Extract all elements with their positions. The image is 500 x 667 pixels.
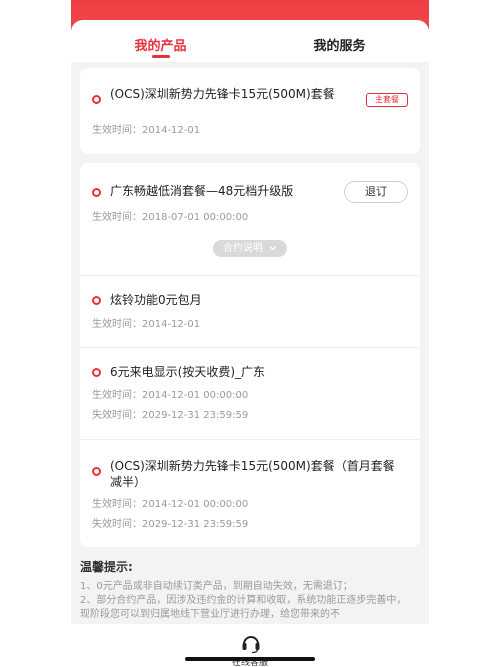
bullet-ring-icon <box>92 467 101 476</box>
contract-info-label: 合约说明 <box>222 243 263 254</box>
main-product-effective-time: 生效时间：2014-12-01 <box>92 125 201 136</box>
tips-line: 1、0元产品或非自动续订类产品，到期自动失效，无需退订； <box>80 581 353 592</box>
product-effective-time: 生效时间：2018-07-01 00:00:00 <box>92 212 249 223</box>
product-effective-time: 生效时间：2014-12-01 <box>92 319 201 330</box>
product-title: 6元来电显示(按天收费)_广东 <box>110 365 265 379</box>
bullet-ring-icon <box>92 296 101 305</box>
bottom-bar: 在线客服 <box>71 624 429 667</box>
tab-active-indicator <box>151 55 170 58</box>
phone-screen: 我的产品 我的服务 (OCS)深圳新势力先锋卡15元(500M)套餐 主套餐 生… <box>71 0 429 667</box>
tab-bar: 我的产品 我的服务 <box>71 20 429 62</box>
tips-body: 1、0元产品或非自动续订类产品，到期自动失效，无需退订； 2、部分合约产品，因涉… <box>80 580 416 622</box>
bullet-ring-icon <box>92 95 101 104</box>
tab-my-products[interactable]: 我的产品 <box>71 20 250 62</box>
tips-title: 温馨提示: <box>80 560 133 574</box>
main-product-title: (OCS)深圳新势力先锋卡15元(500M)套餐 <box>110 87 335 101</box>
headset-icon[interactable] <box>240 632 262 654</box>
product-title: 广东畅越低消套餐—48元档升级版 <box>110 184 294 198</box>
tips-line: 2、部分合约产品，因涉及违约金的计算和收取，系统功能正逐步完善中，现阶段您可以到… <box>80 595 407 620</box>
bullet-ring-icon <box>92 188 101 197</box>
unsubscribe-button[interactable]: 退订 <box>344 181 408 203</box>
product-expiry-time: 失效时间：2029-12-31 23:59:59 <box>92 519 249 530</box>
product-effective-time: 生效时间：2014-12-01 00:00:00 <box>92 390 249 401</box>
home-indicator <box>185 657 315 661</box>
bullet-ring-icon <box>92 368 101 377</box>
list-item[interactable]: 6元来电显示(按天收费)_广东 生效时间：2014-12-01 00:00:00… <box>80 347 420 439</box>
tab-my-services-label: 我的服务 <box>313 39 366 54</box>
main-product-card[interactable]: (OCS)深圳新势力先锋卡15元(500M)套餐 主套餐 生效时间：2014-1… <box>80 68 420 154</box>
list-item[interactable]: 广东畅越低消套餐—48元档升级版 退订 生效时间：2018-07-01 00:0… <box>80 163 420 275</box>
tab-my-products-label: 我的产品 <box>134 39 187 54</box>
contract-info-toggle[interactable]: 合约说明 <box>212 240 288 257</box>
product-expiry-time: 失效时间：2029-12-31 23:59:59 <box>92 410 249 421</box>
product-title: (OCS)深圳新势力先锋卡15元(500M)套餐（首月套餐减半） <box>110 459 395 489</box>
list-item[interactable]: (OCS)深圳新势力先锋卡15元(500M)套餐（首月套餐减半） 生效时间：20… <box>80 439 420 547</box>
tab-my-services[interactable]: 我的服务 <box>250 20 429 62</box>
product-title: 炫铃功能0元包月 <box>110 293 202 307</box>
main-package-badge: 主套餐 <box>366 93 408 107</box>
product-effective-time: 生效时间：2014-12-01 00:00:00 <box>92 499 249 510</box>
list-item[interactable]: 炫铃功能0元包月 生效时间：2014-12-01 <box>80 275 420 347</box>
chevron-down-icon <box>269 240 277 257</box>
product-list-card: 广东畅越低消套餐—48元档升级版 退订 生效时间：2018-07-01 00:0… <box>80 163 420 547</box>
